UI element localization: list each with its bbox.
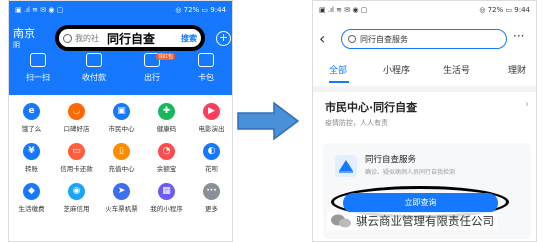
search-query[interactable]: 同行自查	[107, 30, 155, 47]
app-label: 花呗	[205, 165, 218, 173]
active-tab-indicator	[329, 81, 349, 83]
app-grid-item[interactable]: ◆ 生活缴费	[9, 183, 54, 213]
app-grid-item[interactable]: e 饿了么	[9, 103, 54, 133]
app-label: 健康码	[156, 125, 177, 133]
app-grid-item[interactable]: ▦ 我的小程序	[144, 183, 189, 213]
app-label: 生活缴费	[18, 205, 45, 213]
app-icon: ◡	[68, 103, 85, 120]
app-grid-item[interactable]: ··· 更多	[189, 183, 232, 213]
pay-button[interactable]: 收付款	[69, 53, 119, 83]
app-icon: ▭	[68, 143, 85, 160]
wallet-icon	[198, 53, 214, 67]
search-bar[interactable]: 我的社 同行自查 搜索	[55, 25, 205, 51]
app-icon: ···	[203, 183, 220, 200]
app-label: 电影演出	[198, 125, 225, 133]
travel-label: 出行	[144, 73, 160, 82]
app-icon: ▶	[203, 103, 220, 120]
app-label: 饿了么	[21, 125, 42, 133]
app-grid-item[interactable]: ▭ 信用卡还款	[54, 143, 99, 173]
app-icon: ▯	[113, 143, 130, 160]
pay-label: 收付款	[82, 73, 106, 82]
app-icon: ▦	[158, 183, 175, 200]
status-right: ◎ 72% ▭ 9:44	[175, 6, 226, 14]
scan-button[interactable]: 扫一扫	[13, 53, 63, 83]
app-label: 口碑好店	[63, 125, 90, 133]
back-icon[interactable]: ‹	[319, 29, 325, 48]
app-label: 火车票机票	[105, 205, 138, 213]
app-label: 更多	[205, 205, 218, 213]
app-label: 信用卡还款	[60, 165, 93, 173]
app-icon: ◉	[68, 183, 85, 200]
app-grid-item[interactable]: ◐ 花呗	[189, 143, 232, 173]
app-icon: ✚	[158, 103, 175, 120]
search-icon	[348, 35, 356, 43]
result-tabs: 全部 小程序 生活号 理财	[313, 63, 536, 85]
cards-button[interactable]: 卡包	[181, 53, 231, 83]
promo-badge: 领红包	[156, 53, 176, 60]
app-label: 转账	[25, 165, 38, 173]
section-subtitle: 疫情防控，人人有责	[325, 119, 388, 127]
status-bar: ▣ .ıl ≋ ✉ ◉ ▢ ◎ 72% ▭ 9:44	[9, 1, 232, 19]
city-selector[interactable]: 南京	[13, 28, 35, 40]
pay-icon	[86, 53, 102, 67]
search-header: ‹ 同行自查服务 ···	[313, 27, 536, 53]
scan-label: 扫一扫	[26, 73, 50, 82]
search-input[interactable]: 同行自查服务	[341, 29, 507, 49]
status-left: ▣ .ıl ≋ ✉ ◉ ▢	[319, 6, 368, 14]
cards-label: 卡包	[198, 73, 214, 82]
app-label: 芝麻信用	[63, 205, 90, 213]
app-icon: ◆	[23, 183, 40, 200]
app-icon: ▣	[113, 103, 130, 120]
app-icon: ➤	[113, 183, 130, 200]
status-right: ◎ 72% ▭ 9:44	[479, 6, 530, 14]
search-icon	[63, 33, 72, 43]
app-icon: ◐	[203, 143, 220, 160]
add-icon[interactable]: +	[216, 31, 231, 46]
weather-label: 阴	[13, 41, 20, 49]
tab-finance[interactable]: 理财	[508, 63, 526, 76]
chevron-right-icon[interactable]: ›	[525, 99, 529, 110]
app-label: 我的小程序	[150, 205, 183, 213]
watermark-text: 骐云商业管理有限责任公司	[356, 214, 494, 228]
search-results-screen: ▣ .ıl ≋ ✉ ◉ ▢ ◎ 72% ▭ 9:44 ‹ 同行自查服务 ··· …	[312, 0, 537, 242]
app-grid-item[interactable]: ➤ 火车票机票	[99, 183, 144, 213]
tab-life-accounts[interactable]: 生活号	[443, 63, 470, 76]
divider	[313, 86, 536, 92]
app-grid-item[interactable]: ◉ 芝麻信用	[54, 183, 99, 213]
watermark: 骐云商业管理有限责任公司	[327, 212, 497, 230]
tab-mini-programs[interactable]: 小程序	[383, 63, 410, 76]
app-grid-item[interactable]: ✚ 健康码	[144, 103, 189, 133]
app-grid-item[interactable]: ▶ 电影演出	[189, 103, 232, 133]
app-label: 余额宝	[156, 165, 177, 173]
service-icon	[335, 155, 357, 177]
app-label: 市民中心	[108, 125, 135, 133]
app-grid-item[interactable]: ◔ 余额宝	[144, 143, 189, 173]
search-placeholder: 我的社	[75, 33, 99, 43]
app-label: 充值中心	[108, 165, 135, 173]
scan-icon	[30, 53, 46, 67]
app-icon: ¥	[23, 143, 40, 160]
right-arrow-icon	[237, 101, 300, 141]
app-grid-item[interactable]: ▯ 充值中心	[99, 143, 144, 173]
home-screen: ▣ .ıl ≋ ✉ ◉ ▢ ◎ 72% ▭ 9:44 南京 阴 我的社 同行自查…	[8, 0, 233, 242]
app-grid-item[interactable]: ¥ 转账	[9, 143, 54, 173]
app-icon: ◔	[158, 143, 175, 160]
service-description: 确诊、疑似病例人员同行自我检测	[365, 169, 456, 176]
service-title: 同行自查服务	[365, 155, 417, 165]
status-bar: ▣ .ıl ≋ ✉ ◉ ▢ ◎ 72% ▭ 9:44	[313, 1, 536, 19]
status-left: ▣ .ıl ≋ ✉ ◉ ▢	[15, 6, 64, 14]
app-grid-item[interactable]: ◡ 口碑好店	[54, 103, 99, 133]
query-now-button[interactable]: 立即查询	[343, 193, 498, 213]
search-button[interactable]: 搜索	[181, 33, 197, 44]
wechat-icon	[331, 214, 351, 228]
search-value: 同行自查服务	[360, 34, 408, 44]
more-icon[interactable]: ···	[513, 29, 524, 43]
tab-all[interactable]: 全部	[329, 63, 347, 76]
section-title[interactable]: 市民中心·同行自查	[325, 99, 417, 115]
app-icon: e	[23, 103, 40, 120]
app-grid-item[interactable]: ▣ 市民中心	[99, 103, 144, 133]
